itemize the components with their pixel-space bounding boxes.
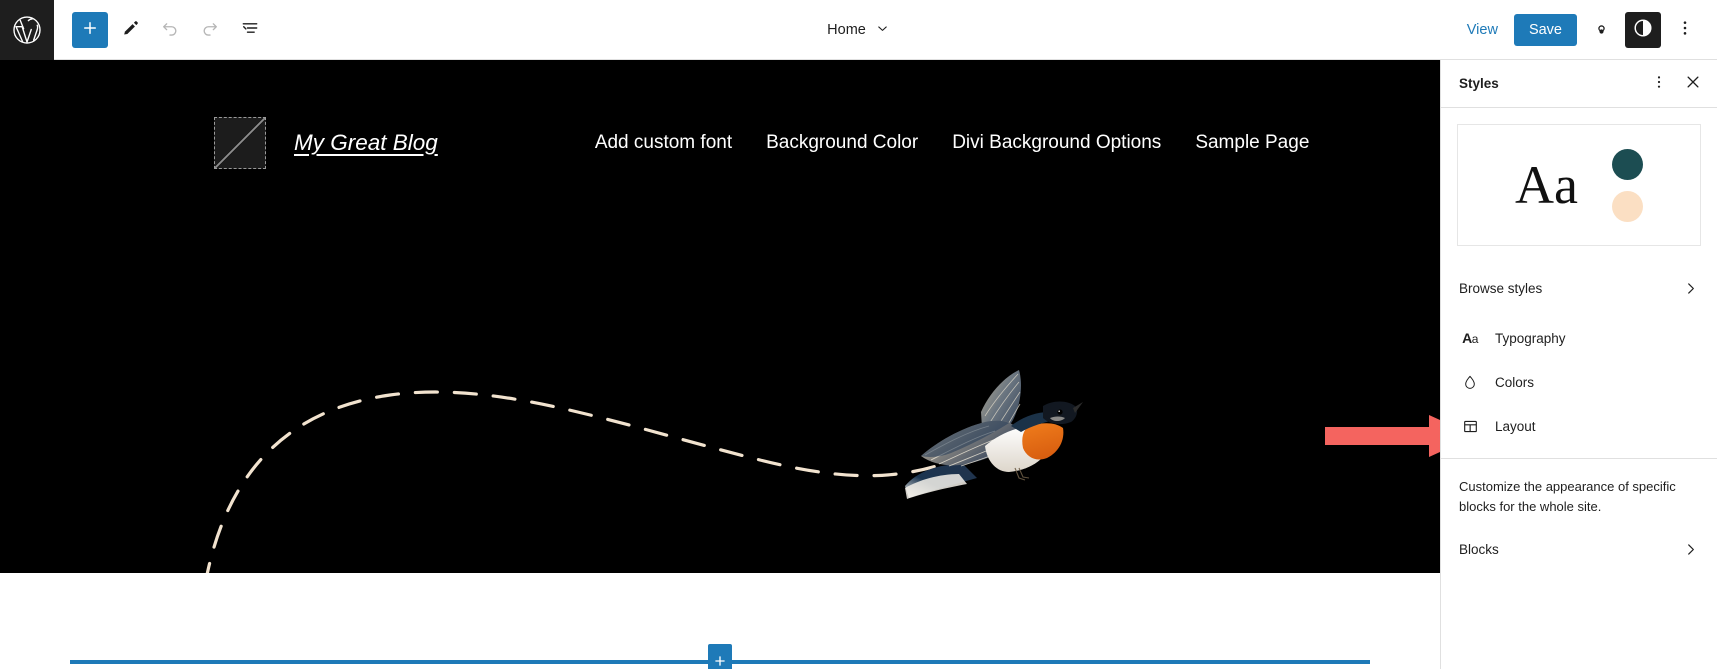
document-title-button[interactable]: Home	[817, 15, 900, 46]
close-icon	[1684, 73, 1702, 94]
insert-block-button[interactable]	[708, 644, 732, 669]
style-preview-wrapper: Aa	[1441, 108, 1717, 262]
plus-icon	[81, 19, 99, 40]
view-link[interactable]: View	[1457, 16, 1508, 44]
nav-item-sample-page[interactable]: Sample Page	[1195, 132, 1309, 154]
layout-grid-icon	[1459, 418, 1481, 435]
site-header: My Great Blog Add custom font Background…	[0, 60, 1440, 169]
chevron-right-icon	[1682, 541, 1699, 558]
chevron-right-icon	[1682, 280, 1699, 297]
list-view-button[interactable]	[232, 12, 268, 48]
close-styles-panel-button[interactable]	[1677, 68, 1709, 100]
toolbar-left-group	[54, 11, 268, 48]
styles-menu-item-colors[interactable]: Colors	[1441, 360, 1717, 404]
styles-menu: Aa Typography Colors Layout	[1441, 310, 1717, 458]
typography-aa-icon: Aa	[1462, 330, 1478, 346]
ellipsis-vertical-icon	[1675, 18, 1695, 41]
redo-button[interactable]	[192, 12, 228, 48]
style-preview-swatches	[1611, 148, 1643, 222]
site-editor-app: Home View Save My Great Blog Add custom …	[0, 0, 1717, 669]
flying-bird-illustration	[903, 360, 1083, 500]
list-view-icon	[240, 18, 260, 41]
redo-icon	[200, 18, 220, 41]
editor-body: My Great Blog Add custom font Background…	[0, 60, 1717, 669]
styles-sidebar: Styles Aa Browse styles Aa Typography Co…	[1440, 60, 1717, 669]
blocks-section: Blocks	[1441, 527, 1717, 579]
browse-styles-section: Browse styles	[1441, 262, 1717, 310]
document-title-label: Home	[827, 22, 866, 38]
browse-styles-row[interactable]: Browse styles	[1441, 266, 1717, 310]
blocks-section-description: Customize the appearance of specific blo…	[1459, 479, 1676, 515]
pencil-icon	[121, 19, 140, 41]
gear-icon	[1591, 18, 1612, 42]
nav-item-background-color[interactable]: Background Color	[766, 132, 918, 154]
style-preview-card[interactable]: Aa	[1457, 124, 1701, 246]
style-preview-sample-text: Aa	[1515, 155, 1578, 215]
browse-styles-label: Browse styles	[1459, 280, 1543, 296]
chevron-down-icon	[875, 21, 890, 40]
site-title[interactable]: My Great Blog	[294, 130, 438, 156]
plus-icon	[713, 654, 727, 669]
add-block-button[interactable]	[72, 11, 108, 48]
block-inserter-line	[70, 644, 1370, 669]
ellipsis-vertical-icon	[1650, 73, 1668, 94]
editor-canvas[interactable]: My Great Blog Add custom font Background…	[0, 60, 1440, 669]
site-logo-placeholder[interactable]	[214, 117, 266, 169]
swatch-secondary	[1611, 190, 1643, 222]
edit-tool-button[interactable]	[112, 12, 148, 48]
block-appender-row	[0, 573, 1440, 669]
more-options-button[interactable]	[1667, 12, 1703, 48]
blocks-label: Blocks	[1459, 541, 1499, 557]
site-navigation: Add custom font Background Color Divi Ba…	[595, 132, 1310, 154]
color-drop-icon	[1459, 374, 1481, 390]
wordpress-logo-button[interactable]	[0, 0, 54, 60]
styles-toggle-button[interactable]	[1625, 11, 1661, 48]
toolbar-right-group: View Save	[1457, 11, 1717, 48]
nav-item-divi-background-options[interactable]: Divi Background Options	[952, 132, 1161, 154]
styles-menu-item-typography[interactable]: Aa Typography	[1441, 316, 1717, 360]
undo-button[interactable]	[152, 12, 188, 48]
styles-menu-item-label: Colors	[1495, 374, 1535, 390]
settings-button[interactable]	[1583, 12, 1619, 48]
undo-icon	[160, 18, 180, 41]
styles-more-menu-button[interactable]	[1643, 68, 1675, 100]
styles-panel-header-actions	[1643, 68, 1709, 100]
styles-menu-item-label: Layout	[1495, 418, 1536, 434]
styles-menu-item-label: Typography	[1495, 330, 1566, 346]
styles-panel-header: Styles	[1441, 60, 1717, 108]
nav-item-add-custom-font[interactable]: Add custom font	[595, 132, 732, 154]
styles-menu-item-layout[interactable]: Layout	[1441, 404, 1717, 448]
blocks-row[interactable]: Blocks	[1441, 527, 1717, 571]
save-button[interactable]: Save	[1513, 13, 1577, 46]
wordpress-logo-icon	[12, 15, 42, 45]
editor-toolbar: Home View Save	[0, 0, 1717, 60]
swatch-primary	[1611, 148, 1643, 180]
styles-panel-title: Styles	[1459, 76, 1499, 91]
contrast-half-circle-icon	[1632, 17, 1654, 42]
site-preview-area[interactable]: My Great Blog Add custom font Background…	[0, 60, 1440, 573]
